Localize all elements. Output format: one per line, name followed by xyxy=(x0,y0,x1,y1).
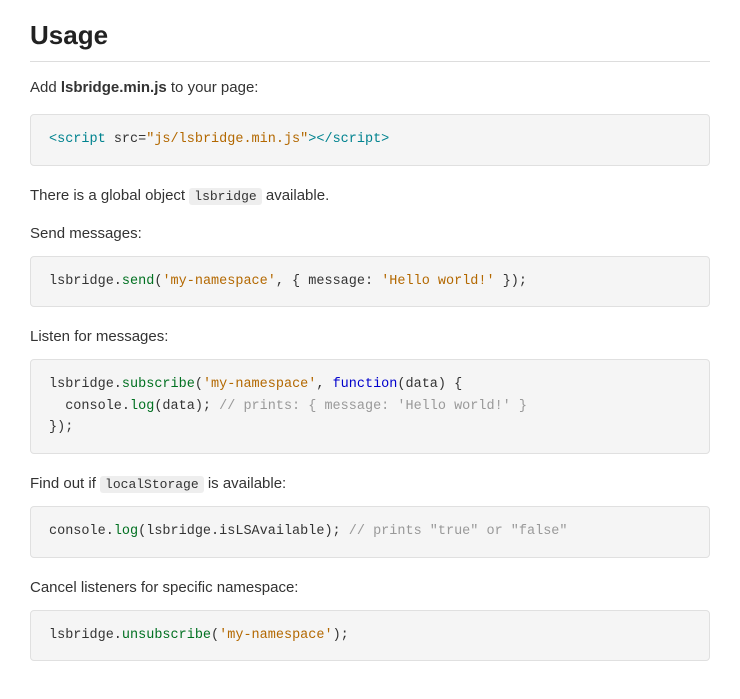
intro-add-suffix: to your page: xyxy=(167,79,259,96)
send-messages-label: Send messages: xyxy=(30,222,710,246)
find-out-text-before: Find out if xyxy=(30,475,100,492)
code-block-send: lsbridge.send('my-namespace', { message:… xyxy=(30,256,710,308)
global-object-text-after: available. xyxy=(262,187,330,204)
code-block-script: <script src="js/lsbridge.min.js"></scrip… xyxy=(30,114,710,166)
find-out-paragraph: Find out if localStorage is available: xyxy=(30,472,710,496)
code-block-cancel: lsbridge.unsubscribe('my-namespace'); xyxy=(30,610,710,662)
intro-add-text: Add xyxy=(30,79,61,96)
code-send-close: }); xyxy=(495,274,527,289)
find-out-code: localStorage xyxy=(100,476,204,493)
global-object-code: lsbridge xyxy=(189,188,261,205)
code-send-obj: lsbridge. xyxy=(49,274,122,289)
code-block-listen: lsbridge.subscribe('my-namespace', funct… xyxy=(30,359,710,454)
code-listen-line2: console.log(data); // prints: { message:… xyxy=(49,396,691,418)
code-send-ns: 'my-namespace' xyxy=(162,274,275,289)
intro-filename: lsbridge.min.js xyxy=(61,79,167,96)
global-object-text-before: There is a global object xyxy=(30,187,189,204)
global-object-paragraph: There is a global object lsbridge availa… xyxy=(30,184,710,208)
code-send-comma: , { message: xyxy=(276,274,381,289)
code-listen-line3: }); xyxy=(49,417,691,439)
code-script-tag-open: <script xyxy=(49,132,106,147)
code-send-msg: 'Hello world!' xyxy=(381,274,494,289)
code-listen-line1: lsbridge.subscribe('my-namespace', funct… xyxy=(49,374,691,396)
code-send-method: send xyxy=(122,274,154,289)
code-script-src-attr: src= xyxy=(114,132,146,147)
page-title: Usage xyxy=(30,20,710,62)
code-script-tag-close: ></script> xyxy=(308,132,389,147)
intro-paragraph: Add lsbridge.min.js to your page: xyxy=(30,76,710,100)
code-block-find: console.log(lsbridge.isLSAvailable); // … xyxy=(30,506,710,558)
listen-messages-label: Listen for messages: xyxy=(30,325,710,349)
cancel-label: Cancel listeners for specific namespace: xyxy=(30,576,710,600)
code-script-src-val: "js/lsbridge.min.js" xyxy=(146,132,308,147)
find-out-text-after: is available: xyxy=(204,475,287,492)
